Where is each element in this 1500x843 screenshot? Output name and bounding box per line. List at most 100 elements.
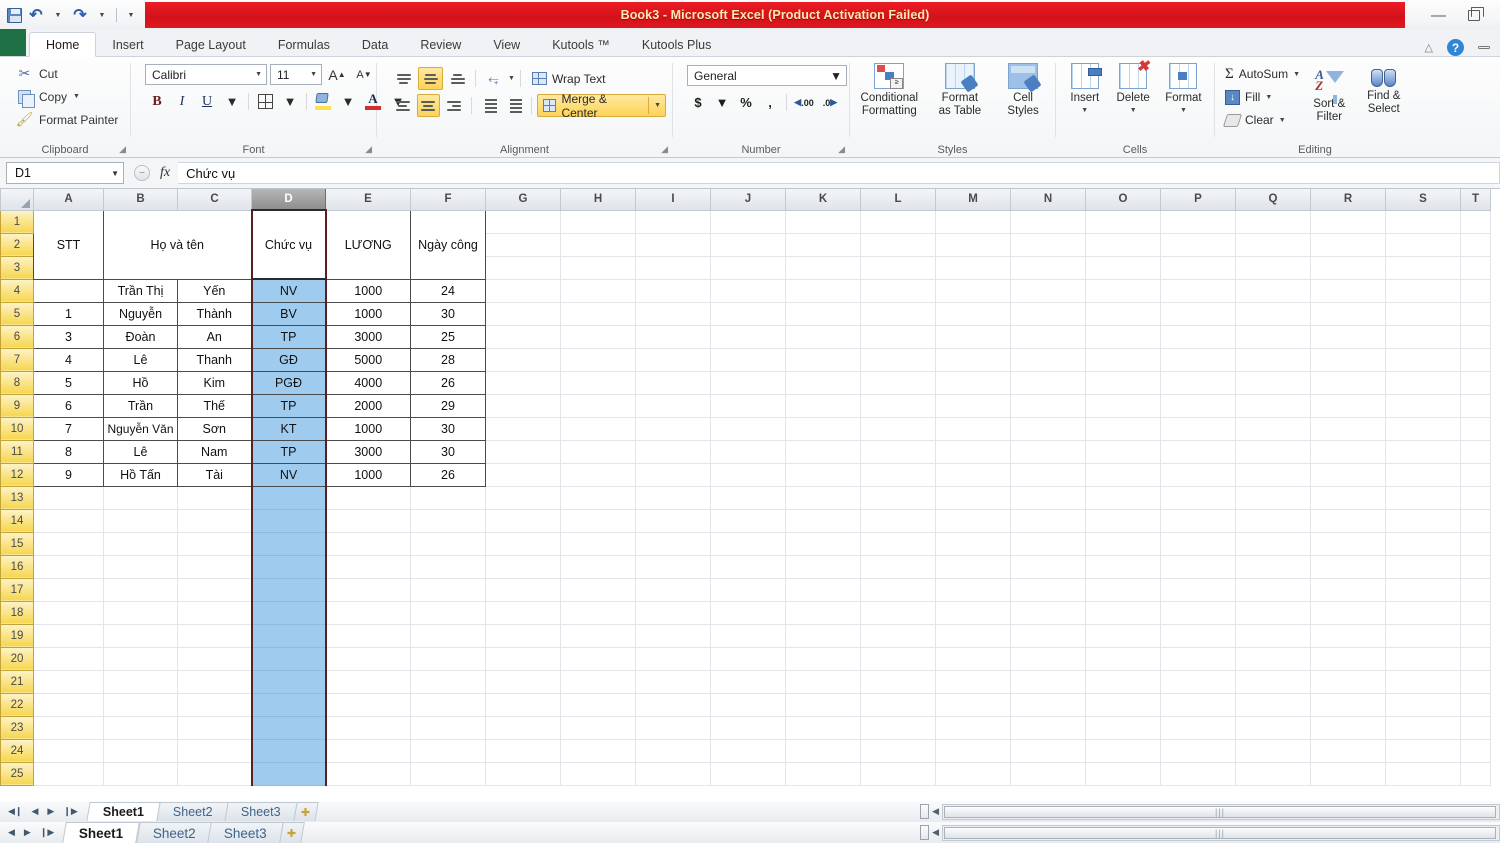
cell-C10[interactable]: Sơn	[177, 416, 252, 441]
delete-dropdown-icon[interactable]: ▼	[1130, 105, 1137, 118]
cell-M6[interactable]	[935, 325, 1011, 349]
cell-E8[interactable]: 4000	[325, 370, 411, 395]
cell-R16[interactable]	[1310, 555, 1386, 579]
cell-T13[interactable]	[1460, 486, 1491, 510]
cell-D24[interactable]	[250, 739, 327, 763]
cell-L14[interactable]	[860, 509, 936, 533]
cell-P1[interactable]	[1160, 210, 1236, 234]
cell-C16[interactable]	[177, 555, 252, 579]
cell-S25[interactable]	[1385, 762, 1461, 786]
restore-icon[interactable]	[1468, 6, 1484, 21]
cell-H7[interactable]	[560, 348, 636, 372]
cell-S14[interactable]	[1385, 509, 1461, 533]
cell-R9[interactable]	[1310, 394, 1386, 418]
cell-Q16[interactable]	[1235, 555, 1311, 579]
fill-button[interactable]: ↓ Fill ▼	[1225, 86, 1300, 108]
alignment-dialog-launcher-icon[interactable]: ◢	[661, 144, 668, 155]
clear-button[interactable]: Clear ▼	[1222, 109, 1300, 131]
cell-Q1[interactable]	[1235, 210, 1311, 234]
cell-G3[interactable]	[485, 256, 561, 280]
cell-T25[interactable]	[1460, 762, 1491, 786]
cell-Q15[interactable]	[1235, 532, 1311, 556]
row-header-25[interactable]: 25	[0, 761, 34, 786]
cell-C11[interactable]: Nam	[177, 439, 252, 464]
cell-P5[interactable]	[1160, 302, 1236, 326]
column-header-j[interactable]: J	[710, 189, 786, 211]
cell-P15[interactable]	[1160, 532, 1236, 556]
cell-A23[interactable]	[33, 716, 104, 740]
cell-K1[interactable]	[785, 210, 861, 234]
row-header-13[interactable]: 13	[0, 485, 34, 510]
cell-I16[interactable]	[635, 555, 711, 579]
cell-J13[interactable]	[710, 486, 786, 510]
cell-T11[interactable]	[1460, 440, 1491, 464]
cell-I6[interactable]	[635, 325, 711, 349]
cell-L24[interactable]	[860, 739, 936, 763]
cell-C15[interactable]	[177, 532, 252, 556]
cell-C25[interactable]	[177, 762, 252, 786]
cell-M11[interactable]	[935, 440, 1011, 464]
cell-F12[interactable]: 26	[410, 462, 486, 487]
cell-H5[interactable]	[560, 302, 636, 326]
cell-E19[interactable]	[325, 624, 411, 648]
column-header-e[interactable]: E	[325, 189, 411, 211]
cell-L5[interactable]	[860, 302, 936, 326]
cell-S12[interactable]	[1385, 463, 1461, 487]
cell-N11[interactable]	[1010, 440, 1086, 464]
cell-A21[interactable]	[33, 670, 104, 694]
cell-K14[interactable]	[785, 509, 861, 533]
cell-D10[interactable]: KT	[250, 416, 327, 441]
cell-R13[interactable]	[1310, 486, 1386, 510]
autosum-dropdown-icon[interactable]: ▼	[1293, 71, 1300, 78]
cell-B18[interactable]	[103, 601, 178, 625]
name-box[interactable]: D1 ▼	[6, 162, 124, 184]
cell-P20[interactable]	[1160, 647, 1236, 671]
cell-C23[interactable]	[177, 716, 252, 740]
increase-indent-button[interactable]	[502, 94, 526, 117]
cell-J21[interactable]	[710, 670, 786, 694]
cell-B4[interactable]: Trần Thị	[103, 278, 178, 303]
font-name-combobox[interactable]: Calibri ▼	[145, 64, 267, 85]
wrap-text-button[interactable]: Wrap Text	[526, 67, 612, 90]
cell-N21[interactable]	[1010, 670, 1086, 694]
cell-N7[interactable]	[1010, 348, 1086, 372]
first-sheet-icon[interactable]: ◀❙	[8, 807, 22, 816]
cell-K19[interactable]	[785, 624, 861, 648]
cell-A16[interactable]	[33, 555, 104, 579]
cell-K5[interactable]	[785, 302, 861, 326]
underline-button[interactable]: U	[195, 90, 219, 113]
cell-E20[interactable]	[325, 647, 411, 671]
cell-Q13[interactable]	[1235, 486, 1311, 510]
bold-button[interactable]: B	[145, 90, 169, 113]
cell-T17[interactable]	[1460, 578, 1491, 602]
cell-Q6[interactable]	[1235, 325, 1311, 349]
cell-H14[interactable]	[560, 509, 636, 533]
cell-Q3[interactable]	[1235, 256, 1311, 280]
cell-L22[interactable]	[860, 693, 936, 717]
cell-D4[interactable]: NV	[250, 278, 327, 303]
delete-cells-button[interactable]: ✖ Delete ▼	[1110, 59, 1157, 118]
cell-J6[interactable]	[710, 325, 786, 349]
cell-M14[interactable]	[935, 509, 1011, 533]
cell-D20[interactable]	[250, 647, 327, 671]
cell-N8[interactable]	[1010, 371, 1086, 395]
cell-R18[interactable]	[1310, 601, 1386, 625]
cell-E22[interactable]	[325, 693, 411, 717]
cell-C6[interactable]: An	[177, 324, 252, 349]
cell-J2[interactable]	[710, 233, 786, 257]
cell-Q14[interactable]	[1235, 509, 1311, 533]
clear-dropdown-icon[interactable]: ▼	[1279, 117, 1286, 124]
cell-S13[interactable]	[1385, 486, 1461, 510]
cell-H22[interactable]	[560, 693, 636, 717]
cell-N17[interactable]	[1010, 578, 1086, 602]
cell-T6[interactable]	[1460, 325, 1491, 349]
cell-O1[interactable]	[1085, 210, 1161, 234]
chevron-down-icon[interactable]: ▼	[111, 169, 119, 178]
cell-P23[interactable]	[1160, 716, 1236, 740]
cell-R6[interactable]	[1310, 325, 1386, 349]
save-icon[interactable]	[4, 5, 24, 25]
column-header-p[interactable]: P	[1160, 189, 1236, 211]
cell-E17[interactable]	[325, 578, 411, 602]
prev-sheet-icon-secondary[interactable]: ◀	[8, 828, 15, 837]
cell-T20[interactable]	[1460, 647, 1491, 671]
